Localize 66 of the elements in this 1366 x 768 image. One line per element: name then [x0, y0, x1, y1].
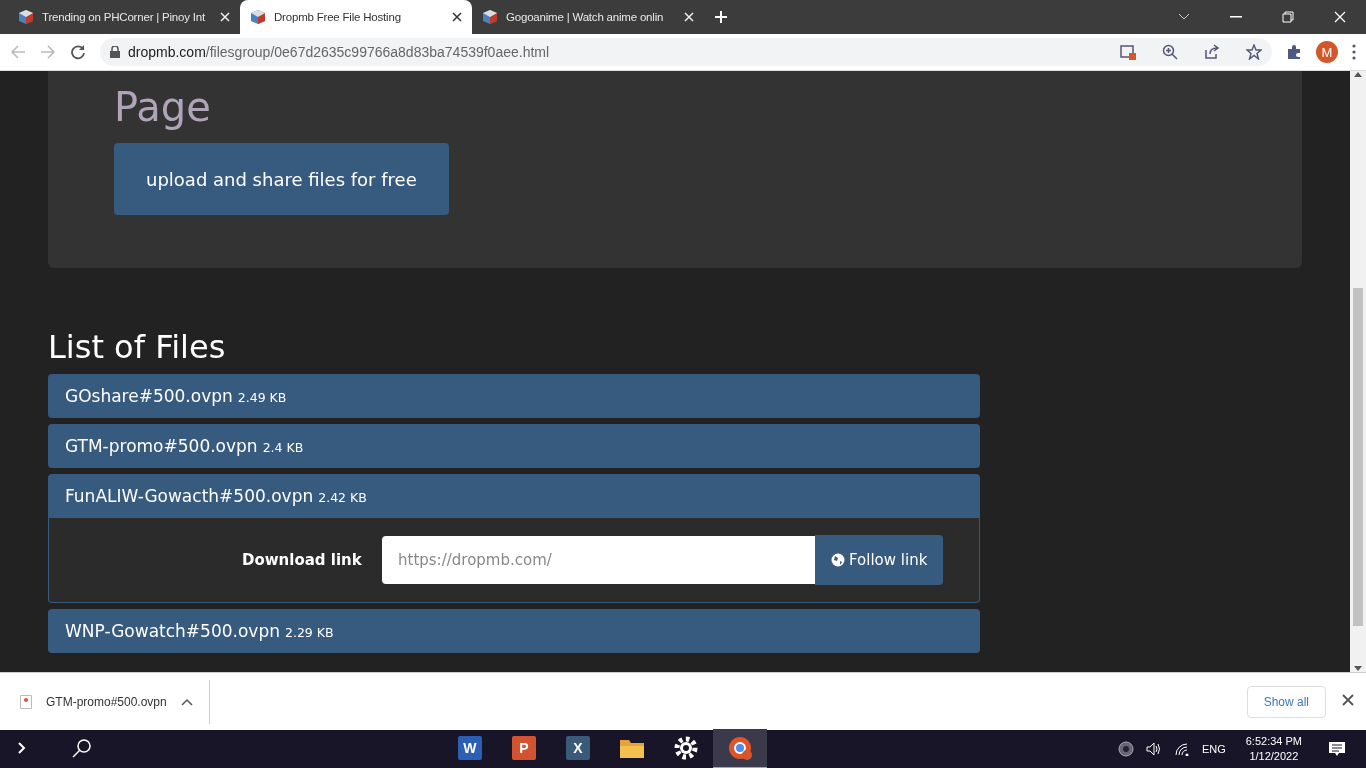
file-size: 2.42 KB	[318, 489, 367, 505]
file-name: GTM-promo#500.ovpn	[65, 436, 258, 456]
reload-icon[interactable]	[70, 44, 86, 60]
show-all-button[interactable]: Show all	[1246, 685, 1326, 718]
zoom-icon[interactable]	[1162, 44, 1178, 60]
browser-icon[interactable]	[726, 735, 753, 761]
scrollbar[interactable]	[1350, 71, 1366, 672]
app-icon[interactable]: W	[457, 736, 482, 760]
close-icon[interactable]	[1342, 694, 1354, 706]
tab-title: Gogoanime | Watch anime onlin	[506, 11, 665, 23]
upload-button[interactable]: upload and share files for free	[114, 143, 449, 215]
file-row[interactable]: GTM-promo#500.ovpn 2.4 KB	[48, 424, 980, 468]
cube-icon	[482, 9, 498, 25]
close-icon[interactable]	[452, 12, 462, 22]
notification-icon[interactable]	[1328, 741, 1346, 757]
url-text: dropmb.com/filesgroup/0e67d2635c99766a8d83ba74539f0aee.html	[128, 44, 550, 60]
globe-icon	[831, 553, 845, 567]
page-heading: Page	[114, 83, 212, 132]
tab-title: Trending on PHCorner | Pinoy Int	[42, 11, 206, 23]
puzzle-icon[interactable]	[1286, 44, 1302, 60]
camera-icon[interactable]	[1117, 741, 1134, 757]
chevron-up-icon[interactable]	[180, 697, 193, 706]
file-row[interactable]: WNP-Gowatch#500.ovpn 2.29 KB	[48, 609, 980, 653]
profile-avatar[interactable]: M	[1316, 41, 1338, 63]
file-icon	[20, 694, 32, 709]
scrollbar-thumb[interactable]	[1353, 287, 1363, 626]
language-indicator[interactable]: ENG	[1201, 743, 1226, 755]
star-icon[interactable]	[1246, 44, 1262, 60]
link-field[interactable]: https://dropmb.com/	[382, 536, 815, 584]
menu-icon[interactable]	[1352, 44, 1356, 60]
clock-time[interactable]: 6:52:34 PM	[1245, 734, 1302, 749]
chevron-right-icon[interactable]	[18, 742, 26, 754]
share-icon[interactable]	[1204, 44, 1220, 60]
plus-icon[interactable]	[714, 9, 728, 24]
search-icon[interactable]	[72, 738, 92, 758]
file-name: FunALIW-Gowacth#500.ovpn	[65, 486, 314, 506]
blocked-popup-icon[interactable]	[1120, 44, 1136, 60]
app-icon[interactable]: P	[511, 736, 536, 760]
file-size: 2.29 KB	[284, 624, 334, 640]
speaker-icon[interactable]	[1145, 742, 1162, 756]
folder-icon[interactable]	[618, 737, 645, 759]
clock-date[interactable]: 1/12/2022	[1249, 749, 1299, 764]
cube-icon	[250, 9, 266, 25]
tab-title: Dropmb Free File Hosting	[274, 11, 402, 23]
file-name: WNP-Gowatch#500.ovpn	[65, 621, 280, 641]
browser-tab[interactable]: Dropmb Free File Hosting	[240, 0, 472, 34]
file-size: 2.49 KB	[237, 389, 287, 405]
wifi-icon[interactable]	[1173, 742, 1190, 756]
gear-icon[interactable]	[672, 735, 699, 761]
file-name: GOshare#500.ovpn	[65, 386, 233, 406]
cube-icon	[18, 9, 34, 25]
browser-tab[interactable]: Trending on PHCorner | Pinoy Int	[8, 0, 240, 34]
app-icon[interactable]: X	[565, 736, 590, 760]
field-label: Download link	[242, 551, 363, 569]
file-row[interactable]: FunALIW-Gowacth#500.ovpn 2.42 KB	[48, 474, 980, 518]
address-bar[interactable]: dropmb.com/filesgroup/0e67d2635c99766a8d83ba74539f0aee.html	[100, 38, 1272, 66]
lock-icon	[110, 46, 120, 58]
minimize-icon[interactable]	[1230, 16, 1242, 18]
section-heading: List of Files	[48, 328, 227, 366]
download-filename[interactable]: GTM-promo#500.ovpn	[46, 694, 167, 709]
chevron-down-icon[interactable]	[1178, 13, 1190, 21]
restore-icon[interactable]	[1282, 11, 1294, 23]
file-row[interactable]: GOshare#500.ovpn 2.49 KB	[48, 374, 980, 418]
browser-tab[interactable]: Gogoanime | Watch anime onlin	[472, 0, 704, 34]
follow-link-button[interactable]: Follow link	[815, 535, 944, 585]
file-size: 2.4 KB	[262, 439, 304, 455]
